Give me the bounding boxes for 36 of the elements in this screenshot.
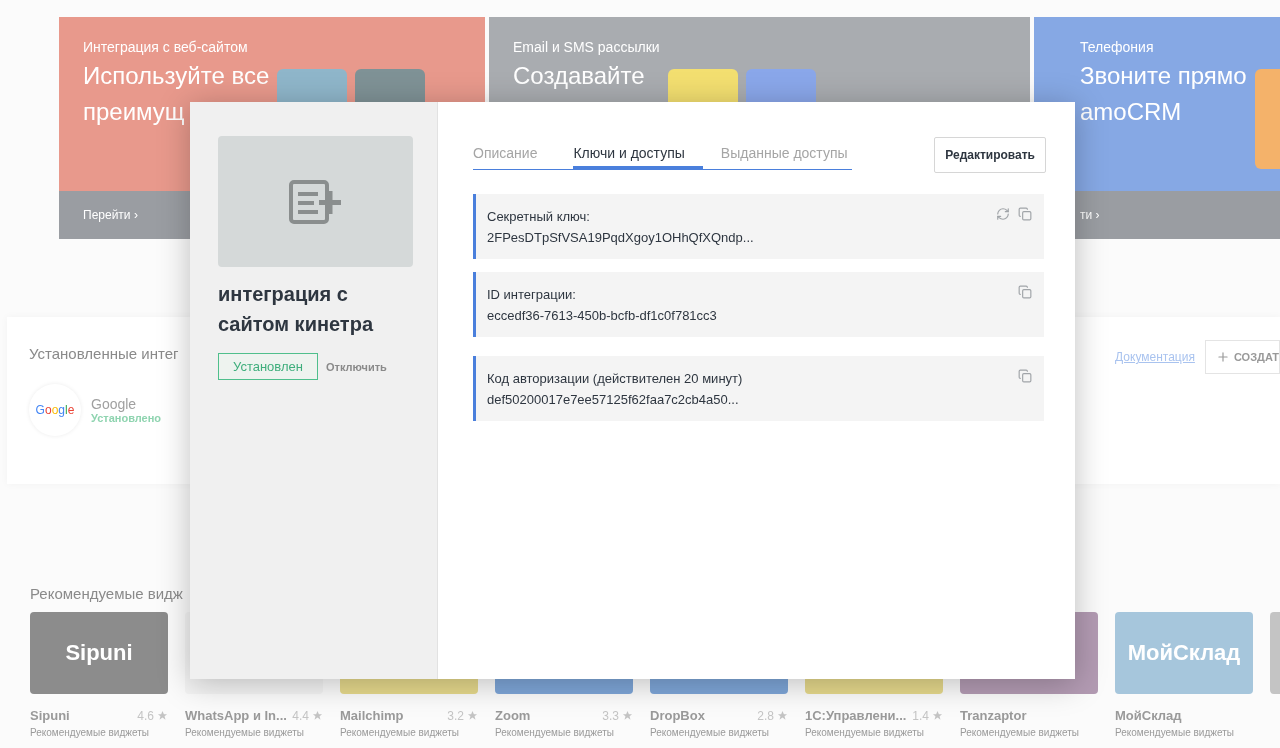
key-value: def50200017e7ee57125f62faa7c2cb4a50... <box>487 392 740 407</box>
widget-name: DropBox <box>650 708 705 723</box>
widget-subtitle: Рекомендуемые виджеты <box>30 727 150 738</box>
widget-subtitle: Рекомендуемые виджеты <box>340 727 460 738</box>
widget-subtitle: Рекомендуемые виджеты <box>650 727 770 738</box>
widget-subtitle: Рекомендуемые виджеты <box>495 727 615 738</box>
banner-category: Email и SMS рассылки <box>513 39 660 55</box>
key-value: 2FPesDTpSfVSA19PqdXgoy1OHhQfXQndp... <box>487 230 754 245</box>
widget-name: Sipuni <box>30 708 70 723</box>
banner-title: Звоните прямо <box>1080 61 1247 91</box>
key-label: Код авторизации (действителен 20 минут) <box>487 371 743 386</box>
logo-circle: Google <box>29 384 81 436</box>
integration-status: Установлено <box>91 412 162 424</box>
key-label: ID интеграции: <box>487 287 577 302</box>
widget-name: 1С:Управлени... <box>805 708 907 723</box>
widget-subtitle: Рекомендуемые виджеты <box>185 727 305 738</box>
banner-category: Интеграция с веб-сайтом <box>83 39 249 55</box>
integration-name: Google <box>91 396 138 412</box>
widget-name: Mailchimp <box>340 708 404 723</box>
banner-title: amoCRM <box>1080 97 1183 127</box>
banner-title: преимущ <box>83 97 186 127</box>
section-title: Установленные интег <box>29 345 179 362</box>
widget-name: МойСклад <box>1115 708 1182 723</box>
key-value: eccedf36-7613-450b-bcfb-df1c0f781cc3 <box>487 308 717 323</box>
key-label: Секретный ключ: <box>487 209 591 224</box>
integration-title: интеграция с сайтом кинетра <box>218 282 375 337</box>
widget-name: WhatsApp и In... <box>185 708 287 723</box>
banner-title: Используйте все <box>83 61 270 91</box>
widget-name: Tranzaptor <box>960 708 1027 723</box>
banner-title: Создавайте <box>513 61 646 91</box>
section-title: Рекомендуемые видж <box>30 585 183 602</box>
banner-category: Телефония <box>1080 39 1155 55</box>
widget-name: Zoom <box>495 708 531 723</box>
widget-subtitle: Рекомендуемые виджеты <box>1115 727 1235 738</box>
widget-subtitle: Рекомендуемые виджеты <box>960 727 1080 738</box>
widget-subtitle: Рекомендуемые виджеты <box>805 727 925 738</box>
